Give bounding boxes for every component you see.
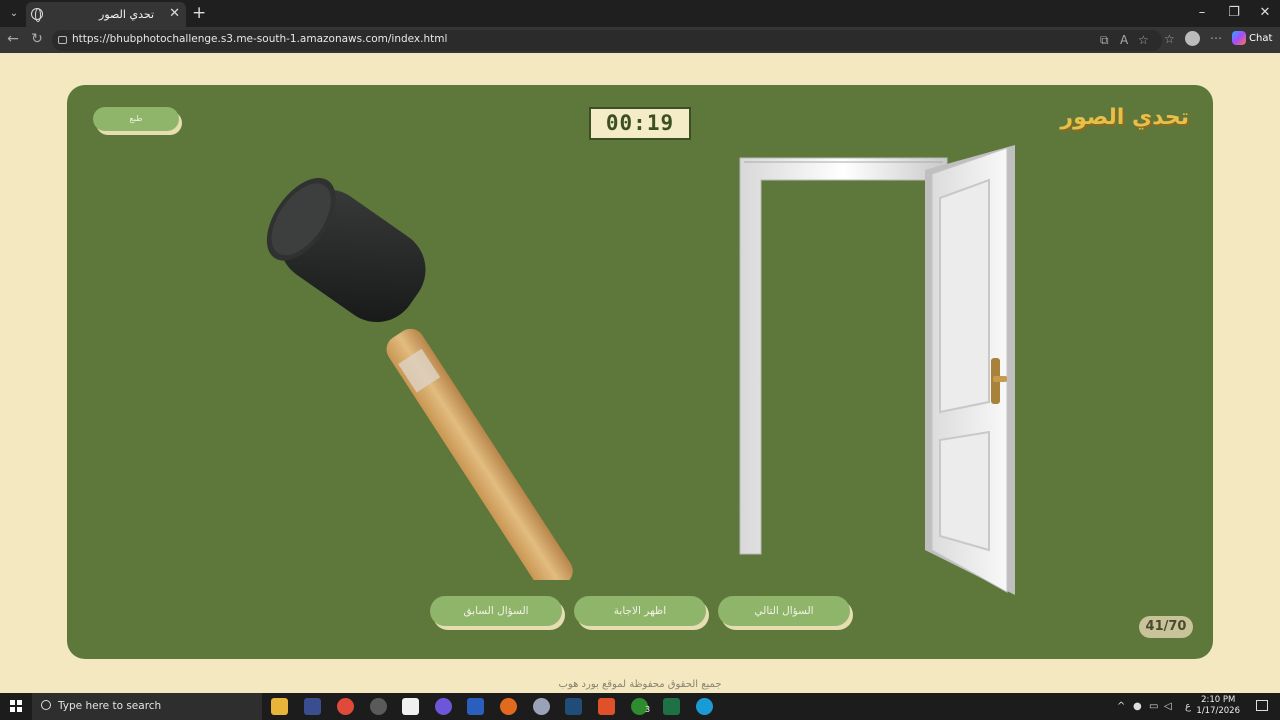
question-counter: 41/70: [1139, 616, 1193, 638]
file-explorer-icon[interactable]: [271, 698, 288, 715]
timer-value: 00:19: [605, 111, 675, 135]
chat-label: Chat: [1249, 33, 1273, 44]
address-bar-row: ← ↻ https://bhubphotochallenge.s3.me-sou…: [0, 27, 1280, 53]
app-icon-3[interactable]: [435, 698, 452, 715]
show-answer-button[interactable]: اظهر الاجابة: [574, 596, 706, 626]
copyright-footer: جميع الحقوق محفوظة لموقع بورد هوب: [558, 679, 722, 690]
app-icon-1[interactable]: [304, 698, 321, 715]
url-text[interactable]: https://bhubphotochallenge.s3.me-south-1…: [72, 33, 447, 45]
browser-tab-bar: ⌄ تحدي الصور ✕ + – ❐ ✕: [0, 0, 1280, 27]
steam-icon[interactable]: [565, 698, 582, 715]
previous-question-button[interactable]: السؤال السابق: [430, 596, 562, 626]
next-question-button[interactable]: السؤال التالي: [718, 596, 850, 626]
word-icon[interactable]: [467, 698, 484, 715]
close-tab-icon[interactable]: ✕: [169, 6, 180, 21]
copilot-chat-button[interactable]: Chat: [1232, 31, 1272, 48]
window-close-icon[interactable]: ✕: [1250, 5, 1280, 20]
network-icon[interactable]: ▭: [1149, 701, 1158, 712]
site-info-icon[interactable]: [58, 36, 67, 44]
favorite-star-icon[interactable]: ☆: [1138, 33, 1149, 47]
store-icon[interactable]: [402, 698, 419, 715]
game-title: تحدي الصور: [1060, 105, 1189, 130]
tab-title: تحدي الصور: [99, 8, 154, 21]
search-icon: [41, 700, 51, 710]
clock-time: 2:10 PM: [1201, 695, 1236, 705]
browser-tab[interactable]: تحدي الصور ✕: [26, 2, 186, 27]
microphone-icon[interactable]: ●: [1133, 701, 1142, 712]
print-button[interactable]: طبع: [93, 107, 179, 131]
new-tab-icon[interactable]: +: [192, 3, 206, 23]
firefox-icon[interactable]: [500, 698, 517, 715]
taskbar-clock[interactable]: 2:10 PM 1/17/2026: [1196, 695, 1240, 717]
taskbar-search-box[interactable]: Type here to search: [32, 693, 262, 720]
chrome-icon[interactable]: [337, 698, 354, 715]
countdown-timer: 00:19: [589, 107, 691, 140]
input-language[interactable]: ع: [1185, 701, 1191, 712]
read-aloud-icon[interactable]: A: [1120, 33, 1128, 47]
copilot-icon: [1232, 31, 1246, 45]
taskbar-search-placeholder: Type here to search: [58, 700, 162, 712]
web-page: طبع 00:19 تحدي الصور السؤال السابق اظهر …: [0, 53, 1280, 693]
minimize-icon[interactable]: –: [1187, 5, 1217, 20]
address-bar[interactable]: https://bhubphotochallenge.s3.me-south-1…: [52, 30, 1162, 51]
app-icon-4[interactable]: [533, 698, 550, 715]
windows-taskbar: Type here to search 3 ^ ● ▭ ◁ ع 2:10 PM …: [0, 693, 1280, 720]
hammer-image: [266, 177, 573, 580]
back-icon[interactable]: ←: [4, 31, 22, 47]
xbox-badge: 3: [645, 705, 651, 714]
notification-icon[interactable]: [1256, 700, 1268, 711]
excel-icon[interactable]: [663, 698, 680, 715]
tab-list-chevron-icon[interactable]: ⌄: [4, 4, 24, 24]
edge-icon[interactable]: [696, 698, 713, 715]
translate-icon[interactable]: ⧉: [1100, 33, 1109, 48]
clock-date: 1/17/2026: [1196, 706, 1240, 716]
volume-icon[interactable]: ◁: [1164, 701, 1172, 712]
brave-icon[interactable]: [598, 698, 615, 715]
game-card: طبع 00:19 تحدي الصور السؤال السابق اظهر …: [67, 85, 1213, 659]
app-icon-2[interactable]: [370, 698, 387, 715]
globe-icon: [31, 8, 43, 22]
door-image: [739, 145, 1015, 595]
windows-start-icon[interactable]: [10, 700, 22, 712]
reload-icon[interactable]: ↻: [28, 31, 46, 47]
tray-chevron-icon[interactable]: ^: [1117, 701, 1125, 712]
profile-avatar[interactable]: [1185, 31, 1200, 46]
more-menu-icon[interactable]: ⋯: [1210, 31, 1222, 45]
favorites-icon[interactable]: ☆: [1164, 32, 1175, 46]
restore-icon[interactable]: ❐: [1219, 5, 1249, 20]
